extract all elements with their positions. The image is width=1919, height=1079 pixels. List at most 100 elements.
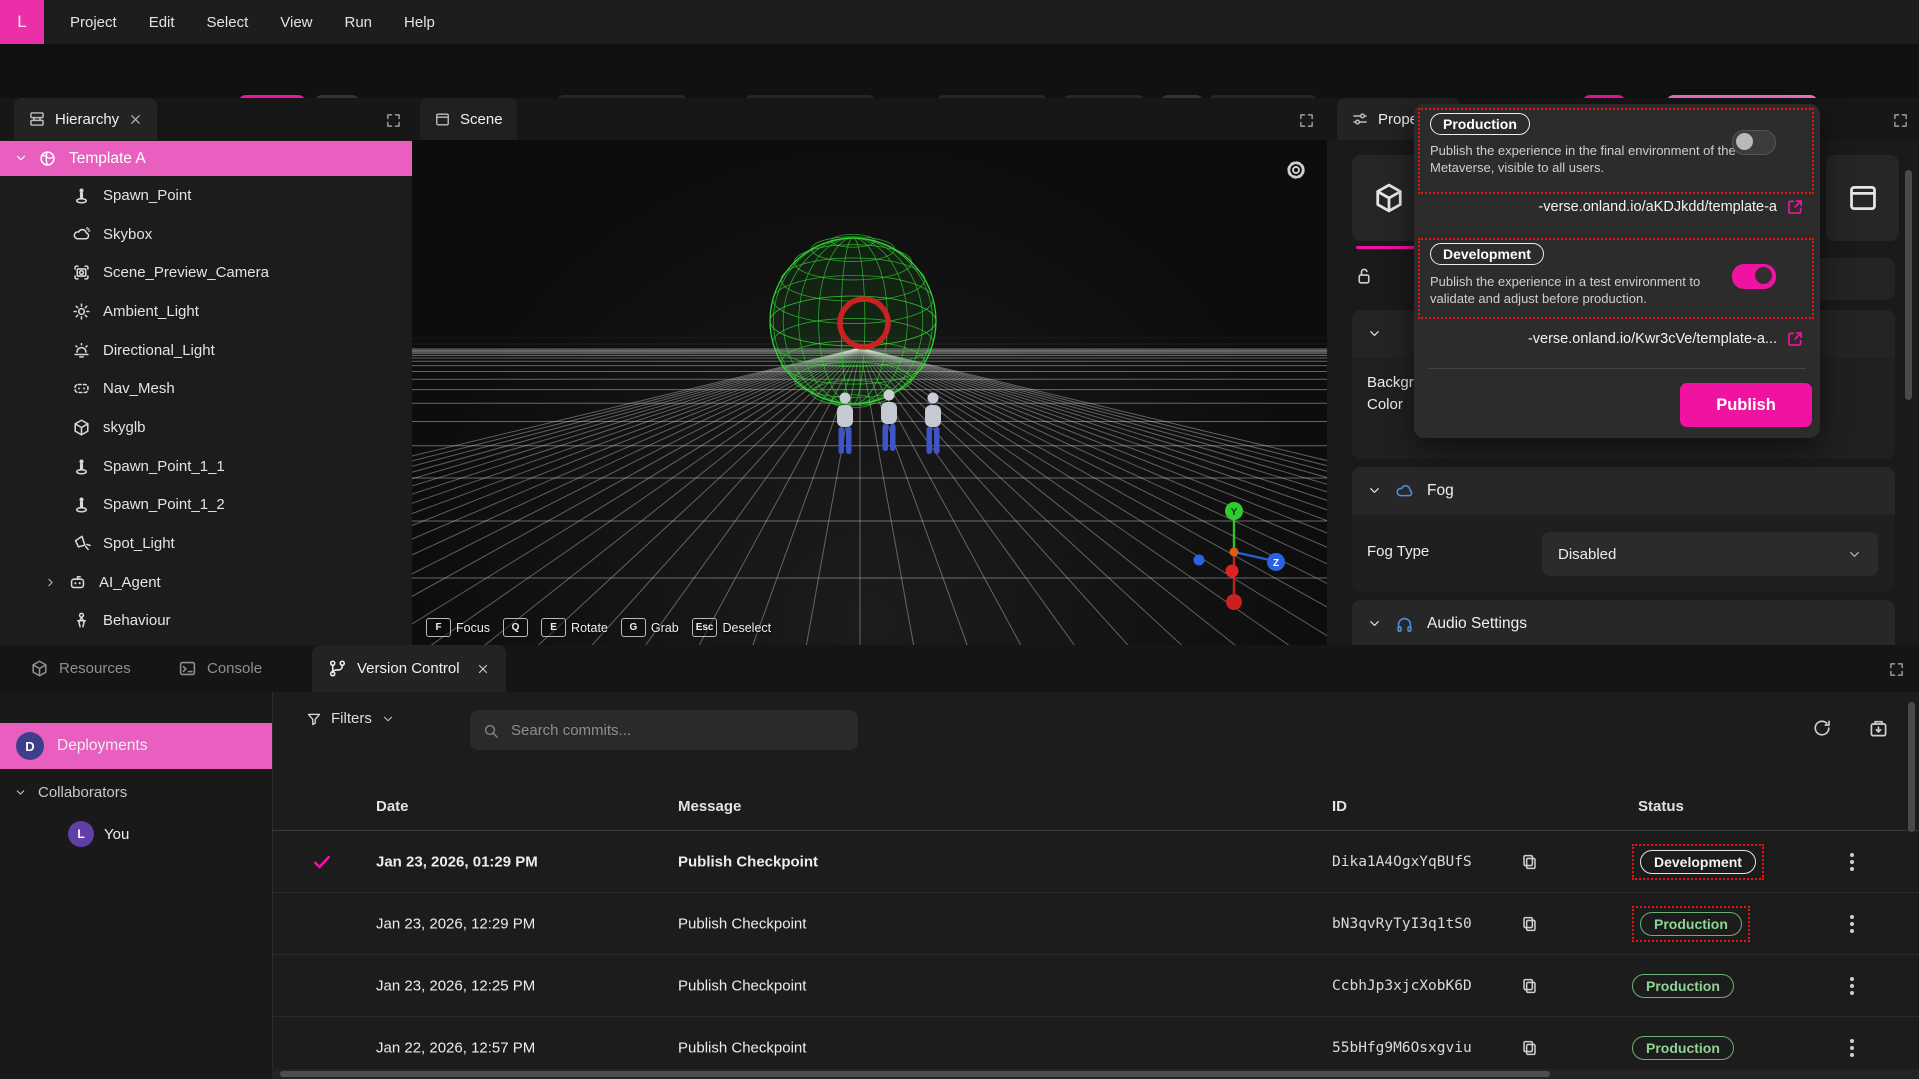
kebab-menu-icon[interactable]: [1850, 1039, 1854, 1057]
menu-help[interactable]: Help: [388, 14, 451, 31]
commit-date: Jan 23, 2026, 12:29 PM: [376, 915, 535, 932]
hierarchy-item-scene_preview_camera[interactable]: Scene_Preview_Camera: [0, 253, 412, 292]
copy-icon[interactable]: [1520, 852, 1539, 871]
hierarchy-item-skybox[interactable]: Skybox: [0, 215, 412, 254]
chevron-down-icon[interactable]: [14, 150, 28, 168]
menu-view[interactable]: View: [264, 14, 328, 31]
spawn-icon: [72, 495, 91, 514]
scene-viewport[interactable]: YZ FFocusQERotateGGrabEscDeselect: [412, 140, 1327, 645]
menu-edit[interactable]: Edit: [133, 14, 191, 31]
copy-icon[interactable]: [1520, 914, 1539, 933]
search-input[interactable]: [509, 721, 833, 740]
headphones-icon: [1395, 615, 1414, 634]
column-header-status[interactable]: Status: [1638, 798, 1684, 815]
sidebar-item-collaborators[interactable]: Collaborators: [0, 775, 272, 809]
close-icon[interactable]: [128, 111, 143, 128]
expand-icon[interactable]: [1889, 660, 1904, 677]
globe-icon: [38, 149, 57, 168]
copy-icon[interactable]: [1520, 1038, 1539, 1057]
kebab-menu-icon[interactable]: [1850, 915, 1854, 933]
chevron-right-icon[interactable]: [44, 574, 57, 591]
production-toggle[interactable]: [1732, 130, 1776, 155]
app-logo[interactable]: L: [0, 0, 44, 44]
hierarchy-item-spawn_point_1_2[interactable]: Spawn_Point_1_2: [0, 486, 412, 525]
lock-open-icon[interactable]: [1354, 266, 1374, 286]
svg-text:Z: Z: [1273, 558, 1279, 569]
tab-hierarchy[interactable]: Hierarchy: [14, 98, 157, 140]
tab-scene[interactable]: Scene: [420, 98, 517, 140]
viewport-hints: FFocusQERotateGGrabEscDeselect: [426, 618, 771, 637]
hierarchy-item-ambient_light[interactable]: Ambient_Light: [0, 292, 412, 331]
audio-title: Audio Settings: [1427, 615, 1527, 633]
sidebar-item-you[interactable]: L You: [0, 815, 272, 853]
external-link-icon[interactable]: [1786, 330, 1804, 348]
status-badge-wrap: Production: [1632, 906, 1750, 942]
tab-version-control[interactable]: Version Control: [312, 645, 506, 692]
kebab-menu-icon[interactable]: [1850, 977, 1854, 995]
external-link-icon[interactable]: [1786, 198, 1804, 216]
horizontal-scrollbar[interactable]: [272, 1069, 1919, 1079]
fog-section-header[interactable]: Fog: [1352, 467, 1895, 515]
development-url-row[interactable]: -verse.onland.io/Kwr3cVe/template-a...: [1528, 330, 1804, 348]
column-header-date[interactable]: Date: [376, 798, 409, 815]
fog-type-dropdown[interactable]: Disabled: [1542, 532, 1878, 576]
expand-icon[interactable]: [1299, 111, 1314, 128]
properties-category-tile[interactable]: [1826, 155, 1899, 241]
bottom-panel: Resources Console Version Control D Deploy…: [0, 645, 1919, 1079]
commits-area: Filters Date Message ID Status Jan 23, 2026…: [272, 692, 1919, 1079]
filters-button[interactable]: Filters: [306, 710, 395, 727]
close-icon[interactable]: [476, 660, 490, 677]
column-header-id[interactable]: ID: [1332, 798, 1347, 815]
fog-type-value: Disabled: [1558, 546, 1616, 563]
you-label: You: [104, 826, 129, 843]
hierarchy-item-ai_agent[interactable]: AI_Agent: [0, 563, 412, 602]
viewport-gear-icon[interactable]: [1284, 158, 1308, 182]
item-label: Behaviour: [103, 612, 171, 629]
hierarchy-root-template-a[interactable]: Template A: [0, 141, 412, 176]
status-badge: Production: [1632, 974, 1734, 998]
production-url-row[interactable]: -verse.onland.io/aKDJkdd/template-a: [1538, 198, 1804, 216]
hierarchy-item-spawn_point_1_1[interactable]: Spawn_Point_1_1: [0, 447, 412, 486]
publish-button[interactable]: Publish: [1680, 383, 1812, 427]
hierarchy-item-skyglb[interactable]: skyglb: [0, 408, 412, 447]
chevron-down-icon: [1367, 325, 1382, 343]
terminal-icon: [178, 659, 197, 678]
kebab-menu-icon[interactable]: [1850, 853, 1854, 871]
commits-scrollbar[interactable]: [1908, 702, 1915, 832]
copy-icon[interactable]: [1520, 976, 1539, 995]
status-badge-wrap: Production: [1632, 974, 1734, 998]
commit-date: Jan 23, 2026, 12:25 PM: [376, 977, 535, 994]
development-toggle[interactable]: [1732, 264, 1776, 289]
commit-row[interactable]: Jan 23, 2026, 12:25 PMPublish Checkpoint…: [272, 955, 1919, 1017]
refresh-icon[interactable]: [1812, 718, 1832, 738]
commit-row[interactable]: Jan 23, 2026, 12:29 PMPublish Checkpoint…: [272, 893, 1919, 955]
hierarchy-item-nav_mesh[interactable]: Nav_Mesh: [0, 369, 412, 408]
audio-section-header[interactable]: Audio Settings: [1352, 600, 1895, 648]
cloud-icon: [1395, 482, 1414, 501]
menu-select[interactable]: Select: [191, 14, 265, 31]
hierarchy-item-behaviour[interactable]: Behaviour: [0, 602, 412, 641]
status-badge: Production: [1632, 1036, 1734, 1060]
development-badge: Development: [1430, 243, 1544, 265]
launch-popup: Production Publish the experience in the…: [1414, 104, 1820, 438]
status-badge-wrap: Production: [1632, 1036, 1734, 1060]
commit-row[interactable]: Jan 23, 2026, 01:29 PMPublish Checkpoint…: [272, 831, 1919, 893]
sidebar-item-deployments[interactable]: D Deployments: [0, 723, 272, 769]
hint-rotate: ERotate: [541, 618, 608, 637]
expand-icon[interactable]: [1893, 111, 1908, 128]
hierarchy-item-directional_light[interactable]: Directional_Light: [0, 331, 412, 370]
chevron-down-icon: [1367, 482, 1382, 500]
menu-project[interactable]: Project: [54, 14, 133, 31]
hierarchy-item-spot_light[interactable]: Spot_Light: [0, 524, 412, 563]
menu-run[interactable]: Run: [329, 14, 389, 31]
tab-console[interactable]: Console: [178, 645, 262, 692]
expand-icon[interactable]: [386, 111, 401, 128]
tab-resources[interactable]: Resources: [30, 645, 131, 692]
deploy-settings-icon[interactable]: [1868, 718, 1889, 739]
item-label: Scene_Preview_Camera: [103, 264, 269, 281]
item-label: Spawn_Point: [103, 187, 191, 204]
column-header-message[interactable]: Message: [678, 798, 741, 815]
hint-grab: GGrab: [621, 618, 679, 637]
hierarchy-item-spawn_point[interactable]: Spawn_Point: [0, 176, 412, 215]
properties-scrollbar[interactable]: [1905, 170, 1912, 400]
